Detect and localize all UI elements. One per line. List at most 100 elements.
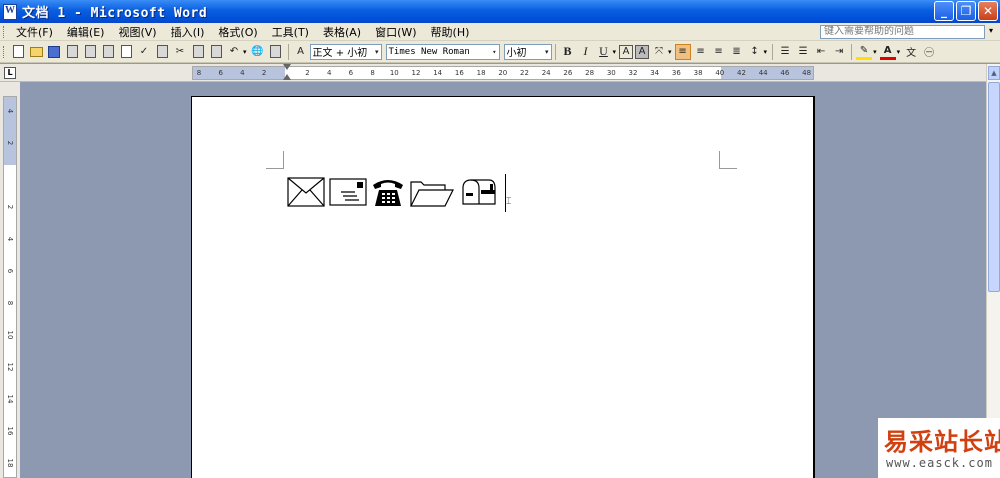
print-preview-icon[interactable] — [118, 44, 134, 60]
scroll-up-button[interactable]: ▲ — [988, 66, 1000, 80]
underline-button[interactable]: U — [596, 44, 612, 60]
vertical-scrollbar[interactable]: ▲ — [986, 64, 1000, 478]
word-app-icon[interactable] — [3, 3, 17, 20]
vertical-ruler[interactable]: 4 2 2 4 6 8 10 12 14 16 18 — [3, 96, 17, 478]
open-folder-icon[interactable] — [28, 44, 44, 60]
save-icon[interactable] — [46, 44, 62, 60]
tab-selector[interactable]: L — [4, 67, 16, 79]
line-spacing-dropdown-icon[interactable]: ▾ — [764, 48, 768, 56]
font-dropdown-icon: ▾ — [492, 47, 497, 56]
print-icon[interactable] — [100, 44, 116, 60]
ruler-tick-label: 26 — [563, 69, 573, 77]
ruler-tick-label: 46 — [780, 69, 790, 77]
watermark: 易采站长站 www.easck.com — [878, 418, 1000, 478]
styles-icon[interactable]: A — [293, 44, 309, 60]
crop-mark-top-right — [719, 151, 737, 169]
menu-help[interactable]: 帮助(H) — [424, 24, 477, 40]
toolbar-separator — [554, 43, 556, 60]
ruler-tick-label: 2 — [305, 69, 310, 77]
phonetic-guide-icon[interactable]: 文 — [903, 44, 919, 60]
symbol-row[interactable] — [287, 174, 499, 210]
line-spacing-icon[interactable]: ↕ — [747, 44, 763, 60]
align-left-icon[interactable]: ≡ — [674, 43, 691, 60]
highlight-icon[interactable]: ✎ — [856, 44, 873, 60]
minimize-button[interactable]: _ — [934, 1, 954, 21]
ruler-tick-label: 22 — [520, 69, 529, 77]
char-scale-icon[interactable]: ⤧ — [651, 44, 667, 60]
window-title: 文档 1 - Microsoft Word — [22, 6, 208, 21]
ruler-tick-label: 48 — [802, 69, 812, 77]
menu-tools[interactable]: 工具(T) — [265, 24, 316, 40]
toolbar-grip[interactable] — [3, 45, 6, 58]
font-value: Times New Roman — [388, 46, 470, 57]
vruler-tick-label: 2 — [6, 204, 14, 210]
menu-format[interactable]: 格式(O) — [211, 24, 264, 40]
ruler-tick-label: 28 — [585, 69, 595, 77]
char-scale-dropdown-icon[interactable]: ▾ — [668, 48, 672, 56]
spelling-icon[interactable]: ✓ — [136, 44, 152, 60]
cut-icon[interactable]: ✂ — [172, 44, 188, 60]
folder-icon — [409, 176, 455, 208]
ruler-left-margin — [193, 67, 285, 79]
font-color-icon[interactable]: A — [879, 44, 896, 60]
permission-icon[interactable] — [64, 44, 80, 60]
menu-edit[interactable]: 编辑(E) — [60, 24, 112, 40]
decrease-indent-icon[interactable]: ⇤ — [813, 44, 829, 60]
char-shading-icon[interactable]: A — [635, 44, 650, 59]
highlight-dropdown-icon[interactable]: ▾ — [873, 48, 877, 56]
bold-button[interactable]: B — [560, 44, 576, 60]
undo-dropdown-icon[interactable]: ▾ — [243, 48, 247, 56]
italic-button[interactable]: I — [578, 44, 594, 60]
research-icon[interactable] — [154, 44, 170, 60]
telephone-icon — [371, 176, 405, 208]
enclose-char-icon[interactable]: ㊀ — [921, 44, 937, 60]
vruler-tick-label: 2 — [6, 140, 14, 146]
help-search-input[interactable]: 键入需要帮助的问题 — [820, 25, 985, 39]
scroll-thumb[interactable] — [988, 82, 1000, 292]
undo-icon[interactable]: ↶ — [226, 44, 242, 60]
menu-insert[interactable]: 插入(I) — [164, 24, 212, 40]
ruler-tick-label: 16 — [454, 69, 464, 77]
numbering-icon[interactable]: ☰ — [777, 44, 793, 60]
toolbar: ✓ ✂ ↶ ▾ 🌐 A 正文 + 小初 ▾ Times New Roman ▾ … — [0, 41, 1000, 63]
toolbar-separator — [772, 43, 774, 60]
justify-icon[interactable]: ≣ — [729, 44, 745, 60]
ruler-tick-label: 2 — [261, 69, 267, 77]
char-border-icon[interactable]: A — [619, 44, 634, 59]
new-document-icon[interactable] — [10, 44, 26, 60]
underline-dropdown-icon[interactable]: ▾ — [613, 48, 617, 56]
menu-file[interactable]: 文件(F) — [9, 24, 60, 40]
menu-grip[interactable] — [3, 25, 6, 38]
ruler-tick-label: 12 — [411, 69, 421, 77]
ruler-tick-label: 32 — [628, 69, 638, 77]
close-button[interactable]: ✕ — [978, 1, 998, 21]
table-icon[interactable] — [268, 44, 284, 60]
ruler-tick-label: 34 — [650, 69, 660, 77]
size-select[interactable]: 小初 ▾ — [503, 43, 552, 60]
toolbar-separator — [287, 43, 289, 60]
copy-icon[interactable] — [190, 44, 206, 60]
font-color-dropdown-icon[interactable]: ▾ — [897, 48, 901, 56]
hyperlink-icon[interactable]: 🌐 — [250, 44, 266, 60]
align-right-icon[interactable]: ≡ — [711, 44, 727, 60]
paste-icon[interactable] — [208, 44, 224, 60]
toolbar-separator — [851, 43, 853, 60]
window-controls: _ ❐ ✕ — [934, 1, 998, 21]
help-close-icon[interactable]: ▾ — [989, 26, 993, 35]
restore-button[interactable]: ❐ — [956, 1, 976, 21]
email-icon[interactable] — [82, 44, 98, 60]
menu-table[interactable]: 表格(A) — [316, 24, 368, 40]
menu-view[interactable]: 视图(V) — [111, 24, 163, 40]
font-select[interactable]: Times New Roman ▾ — [385, 43, 500, 60]
hanging-indent-marker[interactable] — [283, 74, 291, 80]
menu-window[interactable]: 窗口(W) — [368, 24, 423, 40]
style-select[interactable]: 正文 + 小初 ▾ — [309, 43, 382, 60]
increase-indent-icon[interactable]: ⇥ — [831, 44, 847, 60]
align-center-icon[interactable]: ≡ — [693, 44, 709, 60]
ruler-tick-label: 18 — [476, 69, 486, 77]
watermark-brand: 易采站长站 — [884, 427, 1000, 456]
bullets-icon[interactable]: ☰ — [795, 44, 811, 60]
first-line-indent-marker[interactable] — [283, 64, 291, 70]
vruler-tick-label: 4 — [6, 108, 14, 114]
ruler-tick-label: 30 — [606, 69, 616, 77]
